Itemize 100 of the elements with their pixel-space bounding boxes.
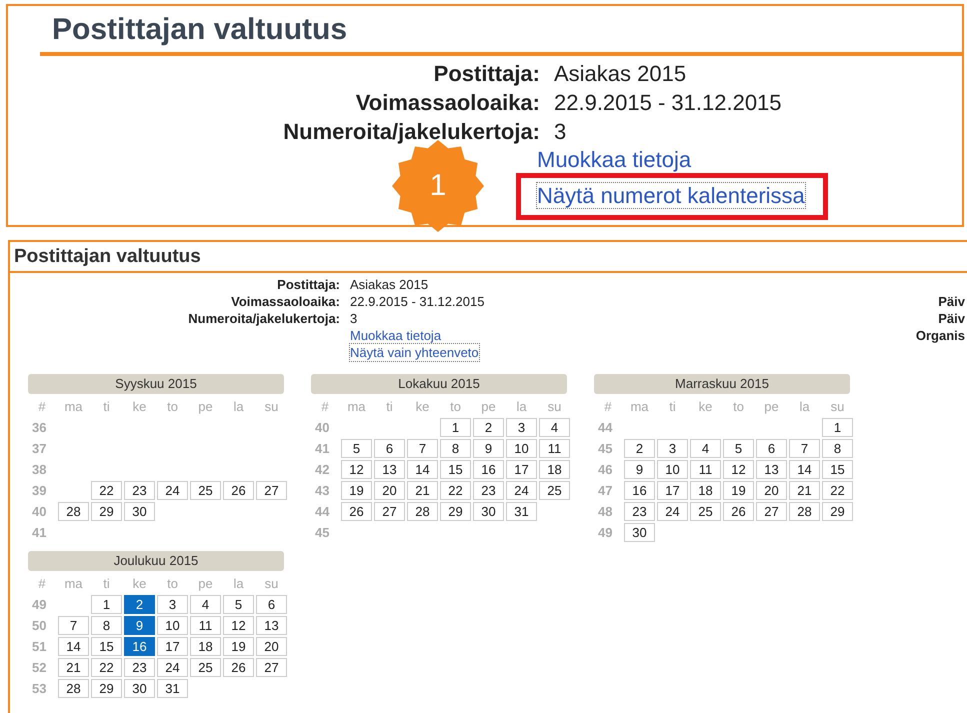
day-cell[interactable]: 24 bbox=[157, 481, 188, 500]
day-cell[interactable]: 26 bbox=[223, 658, 254, 677]
day-cell[interactable]: 13 bbox=[374, 460, 405, 479]
day-cell[interactable]: 9 bbox=[473, 439, 504, 458]
day-cell[interactable]: 8 bbox=[440, 439, 471, 458]
day-cell[interactable]: 22 bbox=[91, 481, 122, 500]
day-cell[interactable]: 12 bbox=[341, 460, 372, 479]
day-cell[interactable]: 19 bbox=[723, 481, 754, 500]
day-cell[interactable]: 23 bbox=[473, 481, 504, 500]
day-cell[interactable]: 29 bbox=[822, 502, 853, 521]
day-cell[interactable]: 19 bbox=[223, 637, 254, 656]
day-cell[interactable]: 14 bbox=[789, 460, 820, 479]
day-cell[interactable]: 31 bbox=[506, 502, 537, 521]
day-cell[interactable]: 17 bbox=[157, 637, 188, 656]
day-cell[interactable]: 15 bbox=[822, 460, 853, 479]
day-cell[interactable]: 1 bbox=[91, 595, 122, 614]
day-cell[interactable]: 23 bbox=[624, 502, 655, 521]
day-cell[interactable]: 6 bbox=[256, 595, 287, 614]
day-cell[interactable]: 27 bbox=[374, 502, 405, 521]
day-cell[interactable]: 28 bbox=[789, 502, 820, 521]
day-cell[interactable]: 30 bbox=[124, 502, 155, 521]
day-cell[interactable]: 4 bbox=[190, 595, 221, 614]
day-cell[interactable]: 2 bbox=[473, 418, 504, 437]
day-cell[interactable]: 11 bbox=[190, 616, 221, 635]
day-cell[interactable]: 1 bbox=[440, 418, 471, 437]
day-cell[interactable]: 2 bbox=[124, 595, 155, 614]
day-cell[interactable]: 27 bbox=[256, 658, 287, 677]
day-cell[interactable]: 17 bbox=[657, 481, 688, 500]
day-cell[interactable]: 30 bbox=[624, 523, 655, 542]
day-cell[interactable]: 15 bbox=[440, 460, 471, 479]
day-cell[interactable]: 8 bbox=[822, 439, 853, 458]
day-cell[interactable]: 3 bbox=[657, 439, 688, 458]
day-cell[interactable]: 21 bbox=[407, 481, 438, 500]
day-cell[interactable]: 18 bbox=[190, 637, 221, 656]
day-cell[interactable]: 15 bbox=[91, 637, 122, 656]
day-cell[interactable]: 28 bbox=[58, 502, 89, 521]
day-cell[interactable]: 9 bbox=[124, 616, 155, 635]
day-cell[interactable]: 19 bbox=[341, 481, 372, 500]
day-cell[interactable]: 5 bbox=[341, 439, 372, 458]
day-cell[interactable]: 16 bbox=[473, 460, 504, 479]
day-cell[interactable]: 20 bbox=[256, 637, 287, 656]
day-cell[interactable]: 12 bbox=[723, 460, 754, 479]
day-cell[interactable]: 27 bbox=[756, 502, 787, 521]
day-cell[interactable]: 25 bbox=[190, 658, 221, 677]
day-cell[interactable]: 20 bbox=[374, 481, 405, 500]
day-cell[interactable]: 3 bbox=[157, 595, 188, 614]
day-cell[interactable]: 26 bbox=[341, 502, 372, 521]
day-cell[interactable]: 4 bbox=[539, 418, 570, 437]
day-cell[interactable]: 25 bbox=[690, 502, 721, 521]
day-cell[interactable]: 21 bbox=[789, 481, 820, 500]
day-cell[interactable]: 16 bbox=[624, 481, 655, 500]
day-cell[interactable]: 24 bbox=[506, 481, 537, 500]
day-cell[interactable]: 26 bbox=[223, 481, 254, 500]
day-cell[interactable]: 25 bbox=[190, 481, 221, 500]
day-cell[interactable]: 10 bbox=[657, 460, 688, 479]
day-cell[interactable]: 28 bbox=[407, 502, 438, 521]
day-cell[interactable]: 18 bbox=[690, 481, 721, 500]
day-cell[interactable]: 4 bbox=[690, 439, 721, 458]
day-cell[interactable]: 7 bbox=[407, 439, 438, 458]
day-cell[interactable]: 31 bbox=[157, 679, 188, 698]
day-cell[interactable]: 3 bbox=[506, 418, 537, 437]
day-cell[interactable]: 30 bbox=[473, 502, 504, 521]
day-cell[interactable]: 14 bbox=[407, 460, 438, 479]
day-cell[interactable]: 22 bbox=[91, 658, 122, 677]
day-cell[interactable]: 23 bbox=[124, 481, 155, 500]
day-cell[interactable]: 26 bbox=[723, 502, 754, 521]
day-cell[interactable]: 29 bbox=[91, 502, 122, 521]
link[interactable]: Näytä numerot kalenterissa bbox=[537, 183, 805, 208]
day-cell[interactable]: 24 bbox=[657, 502, 688, 521]
day-cell[interactable]: 12 bbox=[223, 616, 254, 635]
day-cell[interactable]: 11 bbox=[539, 439, 570, 458]
day-cell[interactable]: 5 bbox=[723, 439, 754, 458]
link[interactable]: Muokkaa tietoja bbox=[537, 147, 692, 172]
day-cell[interactable]: 16 bbox=[124, 637, 155, 656]
day-cell[interactable]: 9 bbox=[624, 460, 655, 479]
day-cell[interactable]: 22 bbox=[440, 481, 471, 500]
day-cell[interactable]: 25 bbox=[539, 481, 570, 500]
day-cell[interactable]: 28 bbox=[58, 679, 89, 698]
link[interactable]: Muokkaa tietoja bbox=[350, 327, 442, 344]
day-cell[interactable]: 23 bbox=[124, 658, 155, 677]
day-cell[interactable]: 5 bbox=[223, 595, 254, 614]
day-cell[interactable]: 27 bbox=[256, 481, 287, 500]
day-cell[interactable]: 14 bbox=[58, 637, 89, 656]
day-cell[interactable]: 6 bbox=[374, 439, 405, 458]
day-cell[interactable]: 10 bbox=[506, 439, 537, 458]
day-cell[interactable]: 20 bbox=[756, 481, 787, 500]
day-cell[interactable]: 24 bbox=[157, 658, 188, 677]
day-cell[interactable]: 29 bbox=[440, 502, 471, 521]
day-cell[interactable]: 10 bbox=[157, 616, 188, 635]
day-cell[interactable]: 1 bbox=[822, 418, 853, 437]
link[interactable]: Näytä vain yhteenveto bbox=[350, 344, 479, 361]
day-cell[interactable]: 17 bbox=[506, 460, 537, 479]
day-cell[interactable]: 29 bbox=[91, 679, 122, 698]
day-cell[interactable]: 7 bbox=[58, 616, 89, 635]
day-cell[interactable]: 22 bbox=[822, 481, 853, 500]
day-cell[interactable]: 13 bbox=[256, 616, 287, 635]
day-cell[interactable]: 18 bbox=[539, 460, 570, 479]
day-cell[interactable]: 2 bbox=[624, 439, 655, 458]
day-cell[interactable]: 7 bbox=[789, 439, 820, 458]
day-cell[interactable]: 13 bbox=[756, 460, 787, 479]
